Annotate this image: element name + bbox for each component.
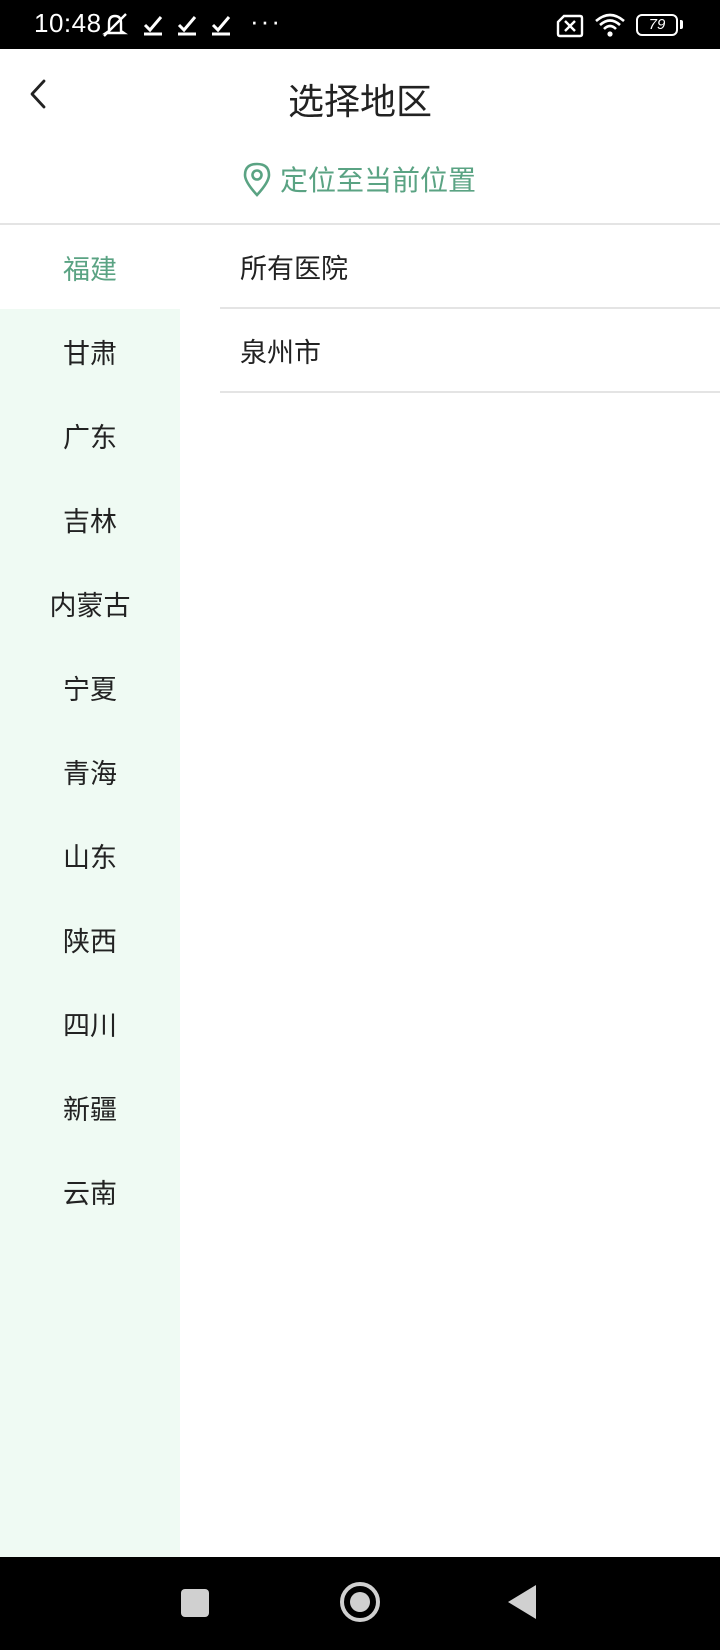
province-item-fujian[interactable]: 福建: [0, 225, 180, 309]
province-item-ningxia[interactable]: 宁夏: [0, 645, 180, 729]
page-title: 选择地区: [287, 82, 432, 123]
battery-nub: [680, 20, 683, 29]
province-item-jilin[interactable]: 吉林: [0, 477, 180, 561]
province-item-sichuan[interactable]: 四川: [0, 981, 180, 1065]
wifi-icon: [595, 13, 625, 37]
city-item-quanzhou[interactable]: 泉州市: [220, 309, 720, 393]
mute-icon: [102, 13, 128, 37]
locate-current-position-button[interactable]: 定位至当前位置: [0, 141, 720, 224]
province-item-xinjiang[interactable]: 新疆: [0, 1065, 180, 1149]
locate-label: 定位至当前位置: [280, 164, 477, 197]
battery-icon: 79: [636, 14, 678, 36]
home-button[interactable]: [340, 1582, 380, 1622]
no-sim-icon: [556, 14, 584, 38]
province-item-neimenggu[interactable]: 内蒙古: [0, 561, 180, 645]
check-icon: [211, 16, 231, 36]
province-item-gansu[interactable]: 甘肃: [0, 309, 180, 393]
status-time: 10:48: [34, 8, 102, 38]
province-item-yunnan[interactable]: 云南: [0, 1149, 180, 1233]
province-item-guangdong[interactable]: 广东: [0, 393, 180, 477]
province-list: 福建 甘肃 广东 吉林 内蒙古 宁夏 青海 山东 陕西 四川 新疆 云南: [0, 225, 180, 1557]
navigation-bar: [0, 1557, 720, 1650]
province-item-shaanxi[interactable]: 陕西: [0, 897, 180, 981]
city-item-all-hospitals[interactable]: 所有医院: [220, 225, 720, 309]
province-item-qinghai[interactable]: 青海: [0, 729, 180, 813]
home-icon: [350, 1592, 370, 1612]
check-icon: [143, 16, 163, 36]
more-notifications-icon: ···: [250, 6, 282, 36]
location-pin-icon: [243, 162, 271, 197]
header: 选择地区: [0, 49, 720, 141]
province-item-shandong[interactable]: 山东: [0, 813, 180, 897]
status-bar: 10:48 ··· 79: [0, 0, 720, 49]
recents-button[interactable]: [181, 1589, 209, 1617]
check-icon: [177, 16, 197, 36]
nav-back-button[interactable]: [508, 1585, 536, 1619]
